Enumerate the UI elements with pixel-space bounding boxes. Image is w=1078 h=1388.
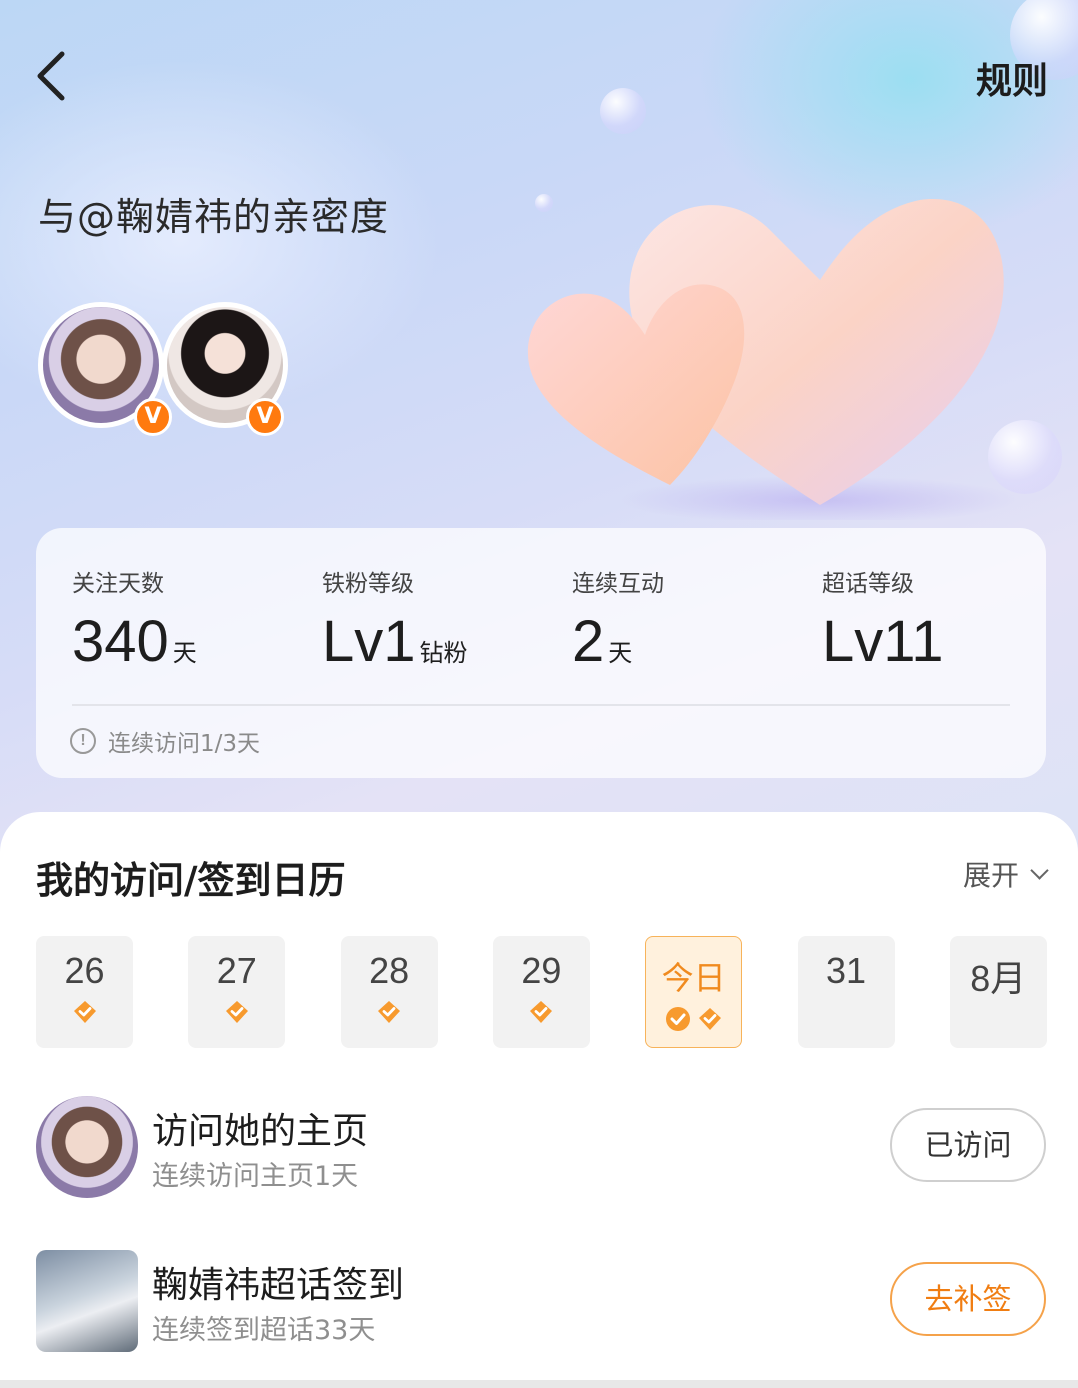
calendar-title: 我的访问/签到日历: [36, 859, 346, 902]
divider: [72, 704, 1010, 706]
stat-value: 2: [572, 609, 605, 674]
stat-unit: 钻粉: [419, 639, 468, 667]
calendar-day[interactable]: 29: [492, 936, 590, 1048]
checkin-diamond-icon: [530, 1001, 553, 1023]
calendar-day-label: 8月: [970, 958, 1027, 999]
calendar-day-label: 29: [521, 950, 562, 991]
star-avatar: [36, 1096, 138, 1198]
calendar-day[interactable]: 8月: [949, 936, 1047, 1048]
expand-label: 展开: [962, 859, 1019, 892]
chevron-left-icon: [37, 51, 65, 101]
streak-note-text: 连续访问1/3天: [108, 731, 261, 757]
visit-check-icon: [665, 1007, 690, 1031]
checkin-diamond-icon: [378, 1001, 401, 1023]
stat-follow-days: 关注天数 340 天: [72, 564, 197, 675]
calendar-day-today[interactable]: 今日: [645, 936, 743, 1048]
task-supertopic-checkin: 鞠婧祎超话签到 连续签到超话33天 去补签: [36, 1250, 1046, 1354]
makeup-checkin-button[interactable]: 去补签: [890, 1262, 1046, 1336]
hearts-illustration: [527, 199, 1020, 520]
calendar-day[interactable]: 26: [36, 936, 133, 1048]
stat-value: Lv11: [822, 609, 944, 674]
task-subtitle: 连续签到超话33天: [152, 1315, 376, 1346]
calendar-day-label: 31: [825, 950, 867, 991]
calendar-day-label: 26: [64, 950, 105, 991]
intimacy-stats-card: 关注天数 340 天 铁粉等级 Lv1 钻粉 连续互动 2天 超话等级 Lv11 !…: [36, 528, 1046, 778]
verified-badge-icon: V: [246, 398, 284, 436]
calendar-day[interactable]: 31: [797, 936, 895, 1048]
info-icon: !: [70, 728, 96, 754]
calendar-day[interactable]: 27: [188, 936, 286, 1048]
checkin-marks: [341, 998, 438, 1026]
stat-unit: 天: [172, 639, 197, 667]
expand-button[interactable]: 展开: [962, 854, 1049, 894]
stat-interaction-streak: 连续互动 2天: [572, 564, 664, 675]
task-subtitle: 连续访问主页1天: [152, 1161, 359, 1192]
calendar-day-label: 今日: [661, 959, 726, 997]
stat-label: 关注天数: [72, 571, 164, 597]
stat-value: Lv1: [322, 609, 416, 674]
checkin-marks: [36, 998, 133, 1026]
back-button[interactable]: [30, 48, 80, 104]
streak-note: ! 连续访问1/3天: [70, 724, 260, 758]
stat-label: 连续互动: [572, 571, 664, 597]
checkin-marks: [646, 1005, 741, 1033]
calendar-day[interactable]: 28: [340, 936, 438, 1048]
checkin-marks: [188, 998, 285, 1026]
stat-label: 铁粉等级: [322, 571, 414, 597]
checkin-marks: [493, 998, 590, 1026]
calendar-sheet: 我的访问/签到日历 展开 26 27 28 29 今日 31 8月 访问她的主页 连续访问主…: [0, 812, 1078, 1388]
task-title: 鞠婧祎超话签到: [152, 1265, 405, 1306]
bubble-decoration: [600, 88, 646, 134]
visited-button[interactable]: 已访问: [890, 1108, 1046, 1182]
stat-label: 超话等级: [822, 571, 914, 597]
stat-fan-level: 铁粉等级 Lv1 钻粉: [322, 564, 468, 675]
bottom-scroll-indicator: [0, 1380, 1078, 1388]
page-title: 与@鞠婧祎的亲密度: [38, 195, 390, 239]
chevron-down-icon: [1030, 860, 1049, 880]
checkin-diamond-icon: [73, 1001, 96, 1023]
task-visit-homepage: 访问她的主页 连续访问主页1天 已访问: [36, 1096, 1046, 1200]
supertopic-cover: [36, 1250, 138, 1352]
verified-badge-icon: V: [134, 398, 172, 436]
stat-supertopic-level: 超话等级 Lv11: [822, 564, 947, 675]
rules-button[interactable]: 规则: [976, 52, 1048, 104]
calendar-day-label: 27: [216, 950, 257, 991]
checkin-diamond-icon: [225, 1001, 248, 1023]
stat-value: 340: [72, 609, 169, 674]
stat-unit: 天: [608, 639, 633, 667]
checkin-diamond-icon: [698, 1008, 721, 1030]
calendar-day-label: 28: [369, 950, 410, 991]
task-title: 访问她的主页: [152, 1111, 369, 1152]
